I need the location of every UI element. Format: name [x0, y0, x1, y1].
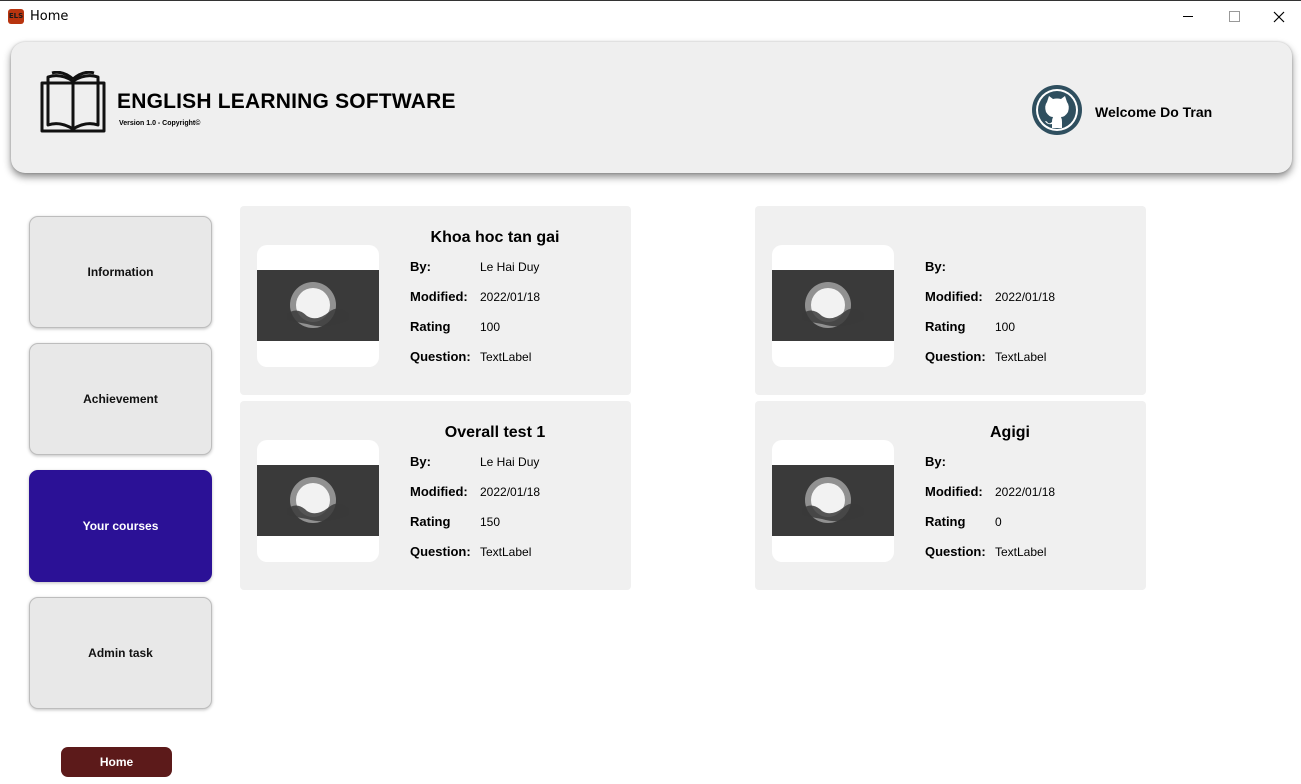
- rating-label: Rating: [925, 319, 966, 334]
- modified-value: 2022/01/18: [995, 290, 1056, 304]
- modified-label: Modified:: [925, 484, 983, 499]
- open-book-icon: [40, 71, 106, 133]
- course-thumbnail: [772, 440, 894, 562]
- window-titlebar: ELS Home: [0, 0, 1301, 32]
- course-card[interactable]: By: Modified: 2022/01/18 Rating 100 Ques…: [755, 206, 1146, 395]
- question-label: Question:: [925, 544, 986, 559]
- by-label: By:: [925, 259, 946, 274]
- course-title: Agigi: [990, 424, 1030, 441]
- sidebar-item-information[interactable]: Information: [29, 216, 212, 328]
- question-value: TextLabel: [995, 350, 1047, 364]
- by-value: Le Hai Duy: [480, 260, 540, 274]
- course-thumbnail: [772, 245, 894, 367]
- rating-value: 100: [995, 320, 1016, 334]
- rating-value: 0: [995, 515, 1002, 529]
- modified-value: 2022/01/18: [995, 485, 1056, 499]
- question-value: TextLabel: [480, 545, 532, 559]
- by-label: By:: [410, 454, 431, 469]
- app-header: ENGLISH LEARNING SOFTWARE Version 1.0 - …: [11, 42, 1292, 173]
- home-button[interactable]: Home: [61, 747, 172, 777]
- close-button[interactable]: [1256, 1, 1301, 33]
- modified-label: Modified:: [410, 484, 468, 499]
- github-icon[interactable]: [1031, 84, 1083, 136]
- sidebar-item-achievement[interactable]: Achievement: [29, 343, 212, 455]
- by-value: Le Hai Duy: [480, 455, 540, 469]
- question-label: Question:: [925, 349, 986, 364]
- rating-value: 150: [480, 515, 501, 529]
- version-text: Version 1.0 - Copyright©: [119, 120, 201, 127]
- window-title: Home: [30, 9, 69, 24]
- modified-value: 2022/01/18: [480, 290, 541, 304]
- modified-value: 2022/01/18: [480, 485, 541, 499]
- modified-label: Modified:: [410, 289, 468, 304]
- question-label: Question:: [410, 544, 471, 559]
- by-label: By:: [410, 259, 431, 274]
- course-card[interactable]: Overall test 1 By: Le Hai Duy Modified: …: [240, 401, 631, 590]
- rating-label: Rating: [410, 319, 451, 334]
- app-icon: ELS: [8, 9, 24, 24]
- rating-label: Rating: [925, 514, 966, 529]
- question-value: TextLabel: [995, 545, 1047, 559]
- modified-label: Modified:: [925, 289, 983, 304]
- sidebar-item-your-courses[interactable]: Your courses: [29, 470, 212, 582]
- maximize-button[interactable]: [1210, 1, 1256, 33]
- by-label: By:: [925, 454, 946, 469]
- close-icon: [1273, 11, 1285, 23]
- rating-value: 100: [480, 320, 501, 334]
- course-thumbnail: [257, 440, 379, 562]
- course-thumbnail: [257, 245, 379, 367]
- minimize-button[interactable]: [1164, 1, 1210, 33]
- welcome-text: Welcome Do Tran: [1095, 104, 1213, 120]
- sidebar-item-admin-task[interactable]: Admin task: [29, 597, 212, 709]
- course-card[interactable]: Khoa hoc tan gai By: Le Hai Duy Modified…: [240, 206, 631, 395]
- course-title: Overall test 1: [444, 424, 546, 441]
- course-title: Khoa hoc tan gai: [430, 229, 560, 246]
- question-label: Question:: [410, 349, 471, 364]
- app-name: ENGLISH LEARNING SOFTWARE: [117, 90, 456, 113]
- rating-label: Rating: [410, 514, 451, 529]
- course-card[interactable]: Agigi By: Modified: 2022/01/18 Rating 0 …: [755, 401, 1146, 590]
- question-value: TextLabel: [480, 350, 532, 364]
